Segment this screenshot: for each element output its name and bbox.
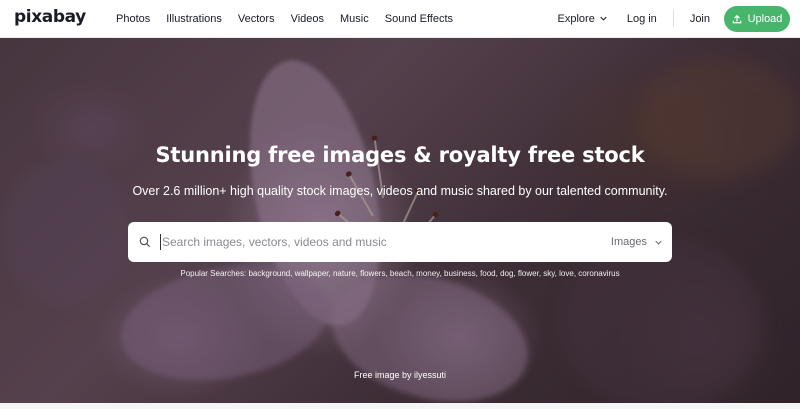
search-input[interactable]: [160, 234, 590, 250]
popular-search-term[interactable]: money: [416, 269, 439, 278]
nav-link-photos[interactable]: Photos: [116, 13, 150, 25]
search-type-select[interactable]: Images: [611, 222, 662, 262]
popular-search-term[interactable]: dog: [500, 269, 513, 278]
chevron-down-icon: [600, 15, 607, 22]
nav-links: Photos Illustrations Vectors Videos Musi…: [108, 0, 461, 37]
login-link[interactable]: Log in: [627, 13, 657, 25]
nav-link-vectors[interactable]: Vectors: [238, 13, 275, 25]
popular-search-term[interactable]: coronavirus: [578, 269, 619, 278]
explore-label: Explore: [557, 12, 595, 25]
top-nav: pixabay Photos Illustrations Vectors Vid…: [0, 0, 800, 38]
popular-search-term[interactable]: business: [444, 269, 476, 278]
nav-divider: [672, 9, 674, 28]
popular-search-term[interactable]: beach: [390, 269, 412, 278]
popular-searches-label: Popular Searches:: [180, 269, 247, 278]
search-type-label: Images: [610, 236, 647, 248]
popular-search-term[interactable]: nature: [333, 269, 356, 278]
hero-subtitle: Over 2.6 million+ high quality stock ima…: [132, 184, 668, 198]
popular-search-term[interactable]: background: [248, 269, 290, 278]
chevron-down-icon: [655, 239, 662, 246]
popular-search-term[interactable]: sky: [543, 269, 554, 278]
search-bar[interactable]: Images: [128, 222, 672, 262]
hero-overlay: [0, 38, 800, 403]
nav-link-sound-effects[interactable]: Sound Effects: [385, 13, 453, 25]
popular-search-term[interactable]: flowers: [360, 269, 385, 278]
popular-search-term[interactable]: flower: [518, 269, 539, 278]
popular-search-term[interactable]: wallpaper: [295, 269, 329, 278]
upload-label: Upload: [747, 12, 783, 25]
popular-search-term[interactable]: food: [480, 269, 496, 278]
nav-link-music[interactable]: Music: [340, 13, 369, 25]
nav-right: Explore Log in Join Upload: [558, 0, 790, 37]
explore-dropdown[interactable]: Explore: [558, 13, 607, 25]
nav-link-illustrations[interactable]: Illustrations: [166, 13, 222, 25]
page-bottom-strip: [0, 403, 800, 409]
pixabay-logo[interactable]: pixabay: [14, 7, 86, 27]
hero-section: Stunning free images & royalty free stoc…: [0, 38, 800, 403]
nav-link-videos[interactable]: Videos: [291, 13, 324, 25]
upload-button[interactable]: Upload: [724, 5, 790, 32]
popular-searches: Popular Searches: background, wallpaper,…: [180, 269, 620, 278]
hero-title: Stunning free images & royalty free stoc…: [155, 143, 645, 167]
search-icon[interactable]: [139, 236, 151, 248]
popular-search-term[interactable]: love: [559, 269, 574, 278]
upload-icon: [732, 14, 742, 24]
image-credit[interactable]: Free image by ilyessuti: [0, 370, 800, 380]
join-link[interactable]: Join: [690, 13, 710, 25]
